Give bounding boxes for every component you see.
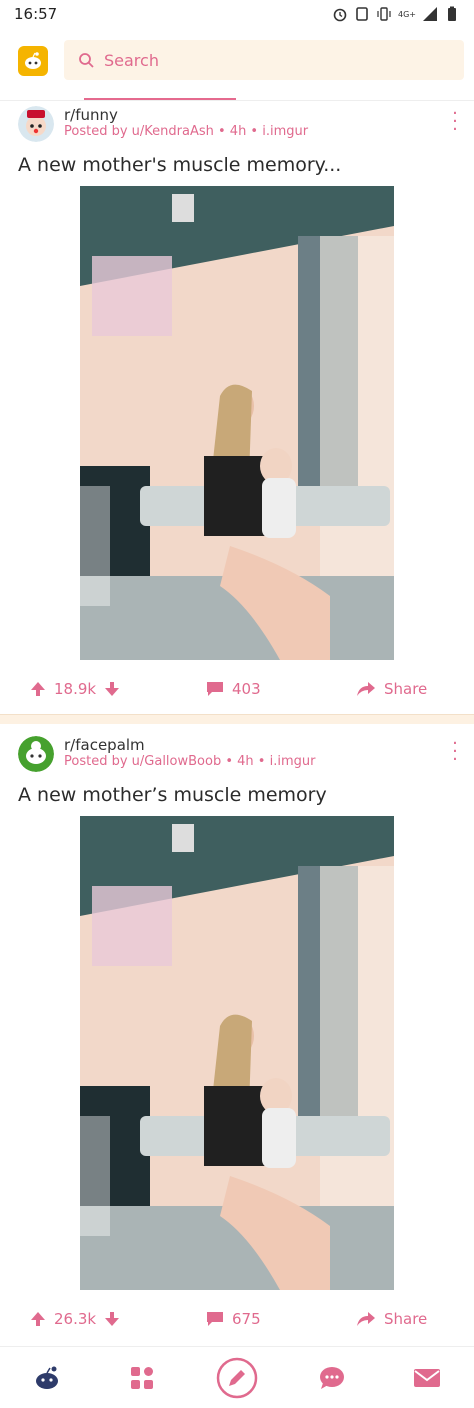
post-image[interactable]: [80, 186, 394, 660]
post-actions: 26.3k 675 Share: [0, 1292, 474, 1346]
share-button[interactable]: Share: [356, 1310, 427, 1328]
inbox-tab[interactable]: [404, 1355, 450, 1401]
status-icons: 4G+: [332, 6, 460, 22]
reddit-logo-icon[interactable]: [18, 46, 48, 76]
comment-icon: [207, 1312, 223, 1326]
search-input[interactable]: Search: [64, 40, 464, 80]
comment-count: 675: [232, 1310, 261, 1328]
post-separator: [0, 714, 474, 724]
alarm-icon: [333, 8, 347, 22]
post-title[interactable]: A new mother’s muscle memory: [18, 784, 327, 806]
home-icon: [36, 1366, 59, 1389]
upvote-icon[interactable]: [30, 1311, 46, 1327]
post-header: r/facepalm Posted by u/GallowBoob • 4h •…: [0, 732, 474, 772]
subreddit-avatar-icon[interactable]: [18, 736, 54, 772]
status-bar: 16:57 4G+: [0, 0, 474, 28]
post-actions: 18.9k 403 Share: [0, 662, 474, 716]
post-header: r/funny Posted by u/KendraAsh • 4h • i.i…: [0, 102, 474, 142]
share-label: Share: [384, 680, 428, 698]
top-bar: Search: [0, 28, 474, 100]
subreddit-avatar-icon[interactable]: [18, 106, 54, 142]
vote-count: 26.3k: [54, 1310, 97, 1328]
post-meta[interactable]: Posted by u/GallowBoob • 4h • i.imgur: [64, 754, 315, 769]
share-icon: [357, 682, 375, 696]
sim-icon: [356, 7, 368, 21]
network-type: 4G+: [398, 9, 416, 19]
post-image[interactable]: [80, 816, 394, 1290]
create-post-icon: [216, 1357, 258, 1398]
post-card[interactable]: r/funny Posted by u/KendraAsh • 4h • i.i…: [0, 102, 474, 716]
comment-icon: [207, 682, 223, 696]
vote-controls: 18.9k: [30, 680, 120, 698]
post-card[interactable]: r/facepalm Posted by u/GallowBoob • 4h •…: [0, 732, 474, 1344]
share-icon: [357, 1312, 375, 1326]
subreddit-name[interactable]: r/funny: [64, 106, 118, 124]
post-meta[interactable]: Posted by u/KendraAsh • 4h • i.imgur: [64, 124, 308, 139]
downvote-icon[interactable]: [104, 1311, 120, 1327]
upvote-icon[interactable]: [30, 681, 46, 697]
comments-button[interactable]: 675: [206, 1310, 261, 1328]
post-media[interactable]: [0, 816, 474, 1290]
header-divider: [0, 100, 474, 101]
share-button[interactable]: Share: [356, 680, 427, 698]
overflow-menu-icon[interactable]: · · ·: [450, 735, 460, 769]
home-tab[interactable]: [24, 1355, 70, 1401]
status-time: 16:57: [14, 5, 58, 23]
chat-icon: [319, 1366, 344, 1389]
bottom-navigation: [0, 1346, 474, 1408]
vibrate-icon: [377, 7, 391, 21]
battery-icon: [448, 6, 456, 21]
chat-tab[interactable]: [309, 1355, 355, 1401]
comments-button[interactable]: 403: [206, 680, 261, 698]
search-placeholder: Search: [104, 50, 159, 70]
communities-icon: [131, 1366, 154, 1389]
downvote-icon[interactable]: [104, 681, 120, 697]
communities-tab[interactable]: [119, 1355, 165, 1401]
comment-count: 403: [232, 680, 261, 698]
post-title[interactable]: A new mother's muscle memory...: [18, 154, 341, 176]
create-post-button[interactable]: [214, 1355, 260, 1401]
overflow-menu-icon[interactable]: · · ·: [450, 105, 460, 139]
share-label: Share: [384, 1310, 428, 1328]
inbox-icon: [413, 1368, 440, 1387]
search-icon: [79, 53, 94, 68]
vote-count: 18.9k: [54, 680, 97, 698]
vote-controls: 26.3k: [30, 1310, 120, 1328]
subreddit-name[interactable]: r/facepalm: [64, 736, 145, 754]
post-media[interactable]: [0, 186, 474, 660]
signal-icon: [423, 7, 437, 21]
